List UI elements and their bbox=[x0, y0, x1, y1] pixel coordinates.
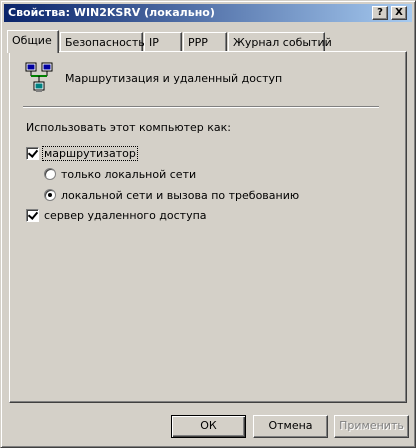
title-bar[interactable]: Свойства: WIN2KSRV (локально) ? X bbox=[4, 4, 412, 22]
apply-button[interactable]: Применить bbox=[334, 415, 409, 438]
service-name: Маршрутизация и удаленный доступ bbox=[65, 72, 283, 85]
tab-general[interactable]: Общие bbox=[7, 30, 59, 53]
lan-demand-radio[interactable] bbox=[44, 189, 56, 201]
tab-event-log-label: Журнал событий bbox=[233, 36, 332, 49]
tab-ppp[interactable]: PPP bbox=[183, 32, 227, 52]
router-checkbox[interactable] bbox=[26, 147, 39, 160]
ras-checkbox[interactable] bbox=[26, 209, 39, 222]
tab-ppp-label: PPP bbox=[188, 36, 208, 49]
help-button[interactable]: ? bbox=[372, 6, 388, 20]
ras-label[interactable]: сервер удаленного доступа bbox=[44, 209, 207, 222]
lan-demand-label[interactable]: локальной сети и вызова по требованию bbox=[61, 189, 299, 202]
lan-only-radio[interactable] bbox=[44, 168, 56, 180]
tab-ip-label: IP bbox=[149, 36, 159, 49]
cancel-button[interactable]: Отмена bbox=[253, 415, 328, 438]
tab-panel-general: Маршрутизация и удаленный доступ bbox=[9, 51, 407, 403]
network-computers-icon bbox=[24, 62, 54, 97]
router-label[interactable]: маршрутизатор bbox=[42, 146, 138, 161]
tab-general-label: Общие bbox=[12, 34, 52, 47]
close-button[interactable]: X bbox=[391, 6, 407, 20]
use-as-label: Использовать этот компьютер как: bbox=[26, 121, 231, 134]
ok-button[interactable]: ОК bbox=[171, 415, 246, 438]
lan-only-label[interactable]: только локальной сети bbox=[61, 168, 196, 181]
tab-security-label: Безопасность bbox=[65, 36, 145, 49]
tab-ip[interactable]: IP bbox=[144, 32, 182, 52]
tab-security[interactable]: Безопасность bbox=[60, 32, 145, 52]
window-title: Свойства: WIN2KSRV (локально) bbox=[8, 6, 215, 19]
properties-dialog: Свойства: WIN2KSRV (локально) ? X Общие … bbox=[0, 0, 416, 448]
tab-event-log[interactable]: Журнал событий bbox=[228, 32, 332, 52]
